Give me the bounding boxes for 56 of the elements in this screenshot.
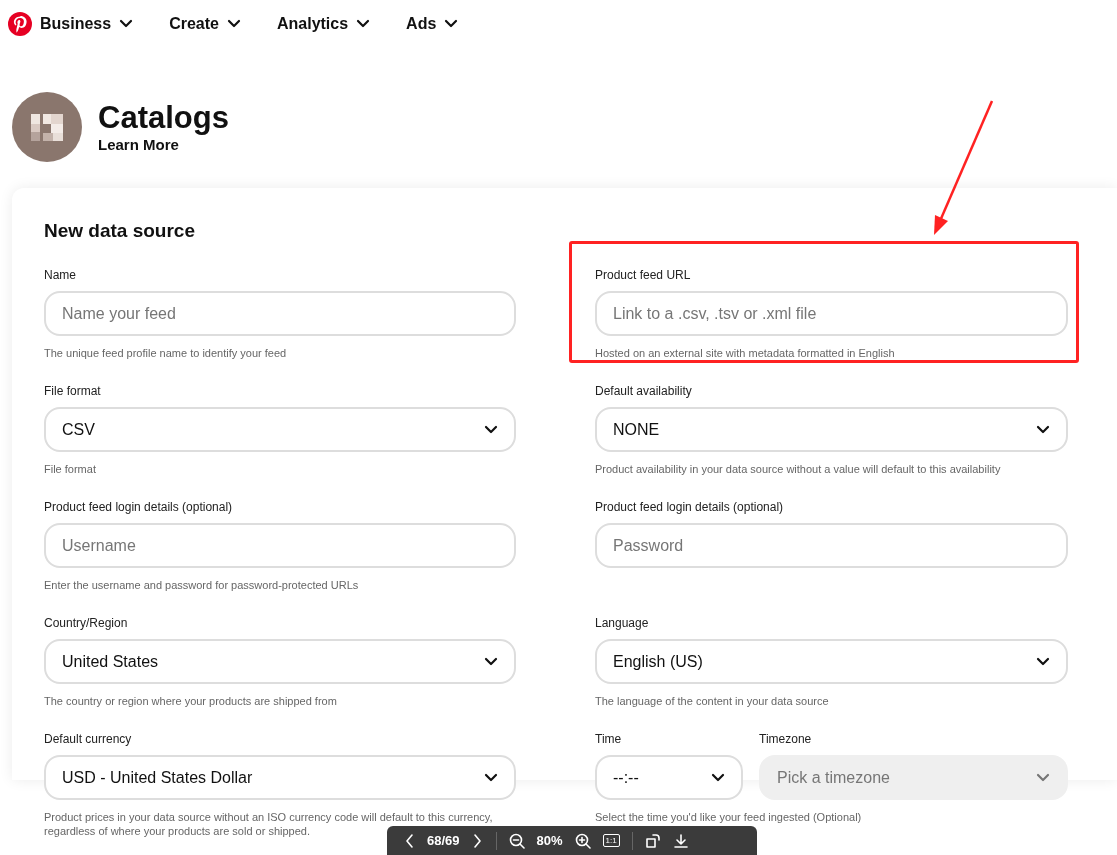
input-field[interactable]: Username [44, 523, 516, 568]
field-label: Time [595, 732, 623, 746]
input-field[interactable]: Password [595, 523, 1068, 568]
field-label: Language [595, 616, 650, 630]
helper-text: Product availability in your data source without a value will default to this availability [595, 462, 1002, 476]
page-title: Catalogs [98, 100, 229, 136]
dropdown[interactable]: CSV [44, 407, 516, 452]
chevron-down-icon [444, 17, 459, 30]
field-label: Product feed login details (optional) [595, 500, 785, 514]
field-label: Default currency [44, 732, 133, 746]
dropdown[interactable]: USD - United States Dollar [44, 755, 516, 800]
rotate-icon[interactable] [644, 832, 661, 849]
zoom-level: 80% [536, 833, 563, 848]
dropdown[interactable]: English (US) [595, 639, 1068, 684]
helper-text: File format [44, 462, 97, 476]
chevron-down-icon [119, 17, 134, 30]
field-label: Country/Region [44, 616, 129, 630]
actual-size-button[interactable]: 1:1 [602, 834, 620, 847]
field-label: Product feed login details (optional) [44, 500, 234, 514]
helper-text: Hosted on an external site with metadata formatted in English [595, 346, 896, 360]
zoom-out-icon[interactable] [508, 832, 525, 849]
learn-more-link[interactable]: Learn More [98, 136, 229, 154]
dropdown[interactable]: --:-- [595, 755, 743, 800]
input-field[interactable]: Link to a .csv, .tsv or .xml file [595, 291, 1068, 336]
input-field[interactable]: Name your feed [44, 291, 516, 336]
field-label: Product feed URL [595, 268, 692, 282]
field-label: Default availability [595, 384, 693, 398]
chevron-down-icon [1036, 655, 1050, 668]
chevron-down-icon [711, 771, 725, 784]
zoom-in-icon[interactable] [574, 832, 591, 849]
helper-text: The unique feed profile name to identify your feed [44, 346, 288, 360]
chevron-down-icon [484, 655, 498, 668]
chevron-down-icon [484, 771, 498, 784]
chevron-down-icon [356, 17, 371, 30]
helper-text: The country or region where your products are shipped from [44, 694, 338, 708]
dropdown[interactable]: United States [44, 639, 516, 684]
form-title: New data source [44, 220, 196, 242]
chevron-down-icon [1036, 771, 1050, 784]
helper-text: Select the time you'd like your feed ingested (Optional) [595, 810, 863, 824]
nav-menu[interactable]: Create [169, 14, 241, 33]
chevron-down-icon [226, 17, 241, 30]
helper-text: Enter the username and password for password-protected URLs [44, 578, 360, 592]
chevron-down-icon [484, 423, 498, 436]
previous-page-icon[interactable] [403, 832, 415, 849]
next-page-icon[interactable] [471, 832, 484, 849]
chevron-down-icon [1036, 423, 1050, 436]
pinterest-logo-icon[interactable] [8, 11, 32, 36]
helper-text: The language of the content in your data source [595, 694, 830, 708]
nav-menu[interactable]: Business [40, 14, 134, 33]
field-label: Timezone [759, 732, 813, 746]
field-label: Name [44, 268, 77, 282]
dropdown[interactable]: NONE [595, 407, 1068, 452]
nav-menu[interactable]: Analytics [276, 14, 371, 33]
download-icon[interactable] [672, 832, 689, 849]
field-label: File format [44, 384, 102, 398]
nav-menu[interactable]: Ads [406, 14, 459, 33]
